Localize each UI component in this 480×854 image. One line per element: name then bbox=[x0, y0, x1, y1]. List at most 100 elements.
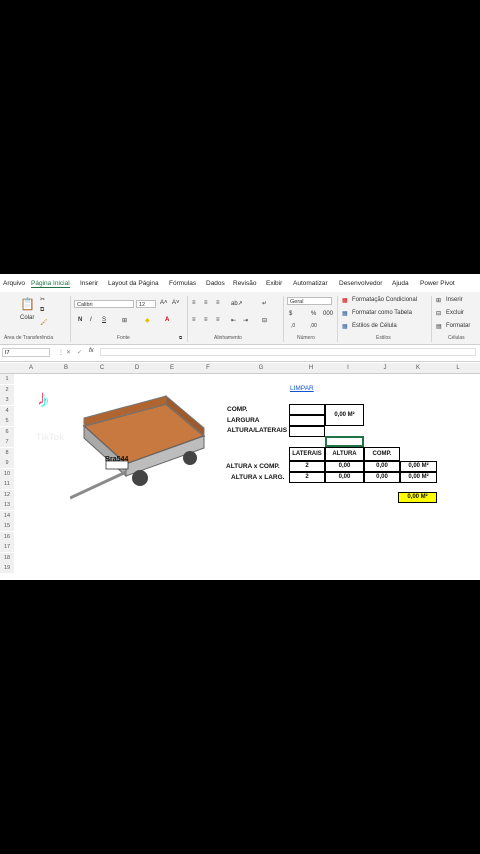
copy-icon[interactable]: ⧉ bbox=[40, 307, 44, 314]
row-header[interactable]: 16 bbox=[0, 531, 15, 542]
underline-icon[interactable]: S bbox=[102, 317, 106, 323]
align-bottom-icon[interactable]: ≡ bbox=[216, 300, 220, 306]
increase-decimal-icon[interactable]: ,0 bbox=[291, 323, 295, 329]
paste-icon[interactable]: 📋 bbox=[20, 297, 35, 311]
fill-color-icon[interactable]: ◆ bbox=[145, 317, 150, 324]
tab-arquivo[interactable]: Arquivo bbox=[3, 280, 25, 287]
column-header[interactable]: B bbox=[48, 363, 84, 374]
insert-cells-button[interactable]: Inserir bbox=[446, 297, 463, 303]
bold-icon[interactable]: N bbox=[78, 317, 82, 323]
tab-layout[interactable]: Layout da Página bbox=[108, 280, 159, 287]
limpar-link[interactable]: LIMPAR bbox=[290, 385, 314, 392]
format-cells-icon[interactable]: ▤ bbox=[436, 323, 442, 330]
row-header[interactable]: 19 bbox=[0, 563, 15, 573]
format-as-table-icon[interactable]: ▦ bbox=[342, 310, 348, 317]
row-header[interactable]: 18 bbox=[0, 552, 15, 563]
column-header[interactable]: C bbox=[84, 363, 120, 374]
column-header[interactable]: K bbox=[400, 363, 436, 374]
cut-icon[interactable]: ✂ bbox=[40, 296, 45, 303]
delete-cells-button[interactable]: Excluir bbox=[446, 310, 464, 316]
row-header[interactable]: 5 bbox=[0, 416, 15, 426]
row-header[interactable]: 2 bbox=[0, 384, 15, 395]
column-header[interactable]: D bbox=[120, 363, 154, 374]
align-center-icon[interactable]: ≡ bbox=[204, 317, 208, 323]
delete-cells-icon[interactable]: ⊟ bbox=[436, 310, 441, 317]
column-header[interactable]: F bbox=[190, 363, 226, 374]
laterais-cell[interactable]: 2 bbox=[289, 461, 325, 472]
laterais-cell[interactable]: 2 bbox=[289, 472, 325, 483]
input-largura[interactable] bbox=[289, 415, 325, 426]
input-altura[interactable] bbox=[289, 426, 325, 437]
wrap-text-icon[interactable]: ↵ bbox=[262, 300, 267, 307]
percent-icon[interactable]: % bbox=[311, 311, 316, 317]
row-header[interactable]: 9 bbox=[0, 458, 15, 468]
thousands-icon[interactable]: 000 bbox=[323, 311, 333, 317]
tab-desenvolvedor[interactable]: Desenvolvedor bbox=[339, 280, 382, 287]
tab-revisao[interactable]: Revisão bbox=[233, 280, 256, 287]
cancel-icon[interactable]: ✕ bbox=[66, 349, 71, 356]
dialog-launcher-icon[interactable]: ⧉ bbox=[179, 335, 182, 340]
row-header[interactable]: 3 bbox=[0, 395, 15, 405]
row-header[interactable]: 11 bbox=[0, 479, 15, 489]
selected-cell-i7[interactable] bbox=[325, 436, 364, 447]
conditional-formatting-button[interactable]: Formatação Condicional bbox=[352, 297, 417, 303]
italic-icon[interactable]: I bbox=[90, 317, 92, 323]
column-header[interactable]: H bbox=[296, 363, 326, 374]
conditional-formatting-icon[interactable]: ▦ bbox=[342, 297, 348, 304]
tab-exibir[interactable]: Exibir bbox=[266, 280, 282, 287]
insert-function-icon[interactable]: fx bbox=[89, 348, 94, 354]
borders-icon[interactable]: ⊞ bbox=[122, 317, 127, 324]
orientation-icon[interactable]: ab↗ bbox=[231, 300, 243, 307]
font-name-select[interactable]: Calibri bbox=[74, 300, 134, 308]
row-header[interactable]: 6 bbox=[0, 426, 15, 437]
name-box[interactable]: I7 bbox=[2, 348, 50, 357]
tab-formulas[interactable]: Fórmulas bbox=[169, 280, 196, 287]
row-header[interactable]: 4 bbox=[0, 405, 15, 416]
input-comp[interactable] bbox=[289, 404, 325, 415]
tab-automatizar[interactable]: Automatizar bbox=[293, 280, 328, 287]
tab-pagina-inicial[interactable]: Página Inicial bbox=[31, 280, 70, 288]
insert-cells-icon[interactable]: ⊞ bbox=[436, 297, 441, 304]
font-size-select[interactable]: 12 bbox=[136, 300, 156, 308]
select-all-corner[interactable] bbox=[0, 363, 14, 374]
tab-power-pivot[interactable]: Power Pivot bbox=[420, 280, 455, 287]
column-header[interactable]: I bbox=[326, 363, 370, 374]
worksheet[interactable]: Bra544 ♪ TikTok LIMPAR COMP. LARGURA ALT… bbox=[14, 374, 480, 580]
row-header[interactable]: 12 bbox=[0, 489, 15, 500]
merge-center-icon[interactable]: ⊟ bbox=[262, 317, 267, 324]
number-format-select[interactable]: Geral bbox=[287, 297, 332, 305]
align-middle-icon[interactable]: ≡ bbox=[204, 300, 208, 306]
row-header[interactable]: 17 bbox=[0, 542, 15, 552]
decrease-indent-icon[interactable]: ⇤ bbox=[231, 317, 236, 324]
format-cells-button[interactable]: Formatar bbox=[446, 323, 470, 329]
row-header[interactable]: 8 bbox=[0, 447, 15, 458]
row-header[interactable]: 1 bbox=[0, 374, 15, 384]
row-header[interactable]: 15 bbox=[0, 521, 15, 531]
column-header[interactable]: A bbox=[14, 363, 48, 374]
column-header[interactable]: G bbox=[226, 363, 296, 374]
row-header[interactable]: 14 bbox=[0, 510, 15, 521]
increase-indent-icon[interactable]: ⇥ bbox=[243, 317, 248, 324]
align-top-icon[interactable]: ≡ bbox=[192, 300, 196, 306]
cell-styles-icon[interactable]: ▦ bbox=[342, 323, 348, 330]
align-left-icon[interactable]: ≡ bbox=[192, 317, 196, 323]
column-header[interactable]: J bbox=[370, 363, 400, 374]
shrink-font-icon[interactable]: A˅ bbox=[172, 300, 180, 306]
tab-dados[interactable]: Dados bbox=[206, 280, 225, 287]
column-header[interactable]: E bbox=[154, 363, 190, 374]
paste-label[interactable]: Colar bbox=[20, 315, 34, 321]
tab-inserir[interactable]: Inserir bbox=[80, 280, 98, 287]
formula-input[interactable] bbox=[100, 348, 476, 356]
align-right-icon[interactable]: ≡ bbox=[216, 317, 220, 323]
tab-ajuda[interactable]: Ajuda bbox=[392, 280, 409, 287]
currency-icon[interactable]: $ bbox=[289, 311, 292, 317]
font-color-icon[interactable]: A bbox=[165, 317, 169, 323]
row-header[interactable]: 13 bbox=[0, 500, 15, 510]
format-painter-icon[interactable]: 🖌 bbox=[40, 319, 48, 326]
grow-font-icon[interactable]: A˄ bbox=[160, 300, 168, 306]
cell-styles-button[interactable]: Estilos de Célula bbox=[352, 323, 397, 329]
format-as-table-button[interactable]: Formatar como Tabela bbox=[352, 310, 412, 316]
row-header[interactable]: 7 bbox=[0, 437, 15, 447]
column-header[interactable]: L bbox=[436, 363, 480, 374]
enter-icon[interactable]: ✓ bbox=[77, 349, 82, 356]
